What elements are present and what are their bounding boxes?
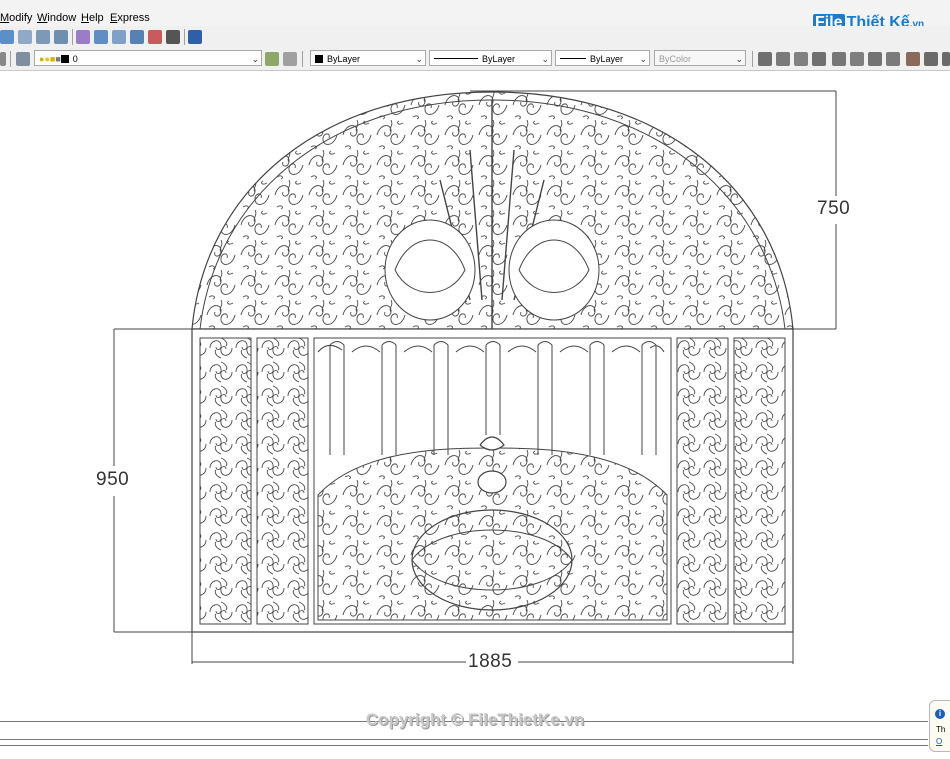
help-icon[interactable]	[188, 30, 202, 44]
continue-dimension-icon[interactable]	[942, 52, 950, 66]
chevron-down-icon: ⌄	[251, 54, 259, 64]
center-ornament	[317, 436, 668, 621]
toolbar-separator	[184, 29, 185, 45]
menu-help[interactable]: Help	[81, 12, 104, 24]
chevron-down-icon: ⌄	[541, 54, 549, 64]
toolbar-grip-icon[interactable]	[0, 52, 6, 66]
markup-icon[interactable]	[148, 30, 162, 44]
plotstyle-dropdown[interactable]: ByColor ⌄	[654, 50, 746, 66]
color-swatch	[315, 55, 323, 63]
notification-text: Th	[936, 725, 946, 734]
angular-dimension-icon[interactable]	[886, 52, 900, 66]
layer-manager-icon[interactable]	[16, 52, 30, 66]
chevron-down-icon: ⌄	[639, 54, 647, 64]
gate-drawing	[113, 90, 837, 664]
arch-top-panel	[191, 91, 794, 330]
properties-icon[interactable]	[76, 30, 90, 44]
dimension-label-1885: 1885	[468, 651, 513, 672]
color-dropdown[interactable]: ByLayer ⌄	[310, 50, 426, 66]
design-center-icon[interactable]	[94, 30, 108, 44]
lineweight-dropdown[interactable]: ByLayer ⌄	[555, 50, 650, 66]
dimension-label-950: 950	[96, 469, 130, 490]
menu-express[interactable]: Express	[110, 12, 150, 24]
layer-current-name: 0	[72, 54, 78, 64]
linetype-dropdown[interactable]: ByLayer ⌄	[429, 50, 552, 66]
linetype-value: ByLayer	[482, 54, 516, 64]
toolbar-separator	[302, 51, 303, 67]
menu-bar: Modify Window Help Express File Thiết Kế.…	[0, 0, 950, 31]
diameter-dimension-icon[interactable]	[868, 52, 882, 66]
lineweight-value: ByLayer	[590, 54, 624, 64]
toolbar-separator	[72, 29, 73, 45]
aligned-dimension-icon[interactable]	[776, 52, 790, 66]
notification-link[interactable]: O	[936, 737, 942, 746]
arc-length-icon[interactable]	[794, 52, 808, 66]
zoom-realtime-icon[interactable]	[18, 30, 32, 44]
quick-dimension-icon[interactable]	[906, 52, 920, 66]
info-icon: i	[935, 709, 945, 719]
radius-dimension-icon[interactable]	[832, 52, 846, 66]
color-value: ByLayer	[327, 54, 361, 64]
make-object-layer-current-icon[interactable]	[265, 52, 279, 66]
command-line-divider	[0, 745, 928, 746]
notification-balloon[interactable]: i Th O	[929, 700, 950, 752]
toolbar-separator	[10, 51, 11, 67]
layers-properties-toolbar: ●●■■ 0 ⌄ ByLayer ⌄ ByLayer ⌄ ByLayer ⌄ By…	[0, 48, 950, 71]
menu-window[interactable]: Window	[37, 12, 76, 24]
lineweight-preview	[560, 58, 586, 59]
layer-previous-icon[interactable]	[283, 52, 297, 66]
jogged-dimension-icon[interactable]	[850, 52, 864, 66]
pan-icon[interactable]	[0, 30, 14, 44]
chevron-down-icon: ⌄	[415, 54, 423, 64]
zoom-window-icon[interactable]	[36, 30, 50, 44]
linetype-preview	[434, 58, 478, 59]
ordinate-dimension-icon[interactable]	[812, 52, 826, 66]
layer-color-swatch	[60, 55, 69, 63]
standard-toolbar	[0, 26, 950, 49]
baseline-dimension-icon[interactable]	[924, 52, 938, 66]
copyright-watermark: Copyright © FileThietKe.vn	[365, 710, 585, 729]
linear-dimension-icon[interactable]	[758, 52, 772, 66]
sheet-set-icon[interactable]	[130, 30, 144, 44]
dimension-label-750: 750	[817, 198, 851, 219]
drawing-canvas[interactable]: 750 950 1885	[0, 71, 950, 719]
calculator-icon[interactable]	[166, 30, 180, 44]
layer-dropdown[interactable]: ●●■■ 0 ⌄	[34, 50, 262, 66]
chevron-down-icon: ⌄	[735, 54, 743, 64]
zoom-previous-icon[interactable]	[54, 30, 68, 44]
tool-palettes-icon[interactable]	[112, 30, 126, 44]
command-line-divider	[0, 739, 928, 740]
menu-modify[interactable]: Modify	[0, 12, 32, 24]
plotstyle-value: ByColor	[659, 54, 692, 64]
toolbar-separator	[752, 51, 753, 67]
